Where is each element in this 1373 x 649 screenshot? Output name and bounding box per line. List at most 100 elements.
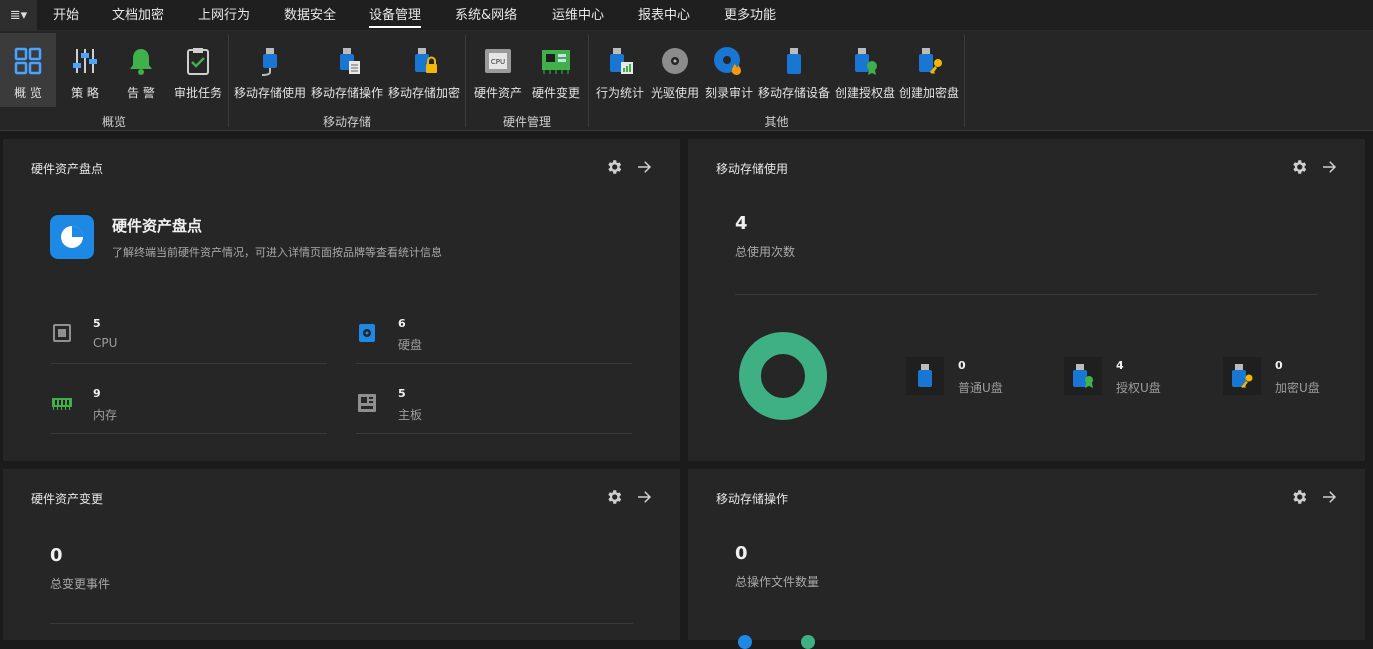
cpu-label: CPU — [93, 336, 118, 350]
disk-count: 6 — [398, 317, 406, 330]
usage-donut-chart — [739, 332, 827, 420]
alarm-button[interactable]: 告 警 — [114, 33, 168, 107]
tab-data-security[interactable]: 数据安全 — [284, 0, 336, 31]
behavior-stats-button[interactable]: 行为统计 — [593, 33, 647, 107]
usb-operation-card: 移动存储操作 0 总操作文件数量 — [688, 469, 1365, 649]
hardware-change-card: 硬件资产变更 0 总变更事件 — [3, 469, 680, 640]
hardware-change-total-label: 总变更事件 — [50, 577, 111, 591]
tab-ops-center[interactable]: 运维中心 — [552, 0, 604, 31]
divider — [356, 363, 632, 364]
usb-document-icon — [340, 48, 360, 74]
memory-icon — [52, 398, 72, 410]
usb-encryption-button[interactable]: 移动存储加密 — [386, 33, 462, 107]
arrow-right-icon[interactable] — [1320, 158, 1338, 176]
usb-encrypted-icon — [1223, 357, 1261, 395]
hardware-change-button[interactable]: 硬件变更 — [528, 33, 584, 107]
usb-usage-label: 移动存储使用 — [233, 86, 306, 100]
divider — [356, 433, 632, 434]
disk-label: 硬盘 — [398, 338, 423, 352]
gear-icon[interactable] — [605, 158, 623, 176]
card-title: 硬件资产变更 — [31, 492, 104, 506]
cpu-count: 5 — [93, 317, 101, 330]
optical-drive-label: 光驱使用 — [650, 86, 699, 100]
tab-device-management[interactable]: 设备管理 — [369, 0, 422, 31]
usb-operation-total-label: 总操作文件数量 — [735, 575, 820, 589]
burn-audit-label: 刻录审计 — [704, 86, 753, 100]
group-separator — [964, 35, 965, 127]
app-menu-icon[interactable]: ≣▾ — [0, 0, 37, 31]
overview-button[interactable]: 概 览 — [0, 33, 56, 107]
tab-doc-encryption[interactable]: 文档加密 — [112, 0, 164, 31]
tab-more-functions[interactable]: 更多功能 — [724, 0, 776, 31]
usb-lock-icon — [415, 48, 437, 73]
burning-disc-icon — [714, 47, 741, 75]
behavior-stats-label: 行为统计 — [595, 86, 644, 100]
create-encrypted-disk-label: 创建加密盘 — [898, 86, 959, 100]
policy-button[interactable]: 策 略 — [58, 33, 112, 107]
usb-normal-label: 普通U盘 — [958, 381, 1003, 395]
policy-label: 策 略 — [71, 86, 99, 100]
card-title: 硬件资产盘点 — [31, 162, 104, 176]
tab-start[interactable]: 开始 — [53, 0, 79, 31]
disk-icon — [359, 324, 375, 342]
usb-usage-button[interactable]: 移动存储使用 — [232, 33, 308, 107]
optical-drive-button[interactable]: 光驱使用 — [648, 33, 702, 107]
clipboard-check-icon — [187, 48, 209, 75]
hardware-asset-button[interactable]: CPU 硬件资产 — [470, 33, 526, 107]
group-label-overview: 概览 — [101, 115, 126, 129]
motherboard-count: 5 — [398, 387, 406, 400]
overview-label: 概 览 — [14, 86, 42, 100]
sliders-icon — [73, 49, 97, 73]
usb-authorized-count: 4 — [1116, 359, 1124, 372]
tab-report-center[interactable]: 报表中心 — [638, 0, 690, 31]
hardware-change-label: 硬件变更 — [531, 86, 580, 100]
divider — [735, 294, 1318, 295]
usb-encrypted-count: 0 — [1275, 359, 1283, 372]
gear-icon[interactable] — [1290, 488, 1308, 506]
top-menu-bar: ≣▾ 开始 文档加密 上网行为 数据安全 设备管理 系统&网络 运维中心 报表中… — [0, 0, 1373, 31]
burn-audit-button[interactable]: 刻录审计 — [703, 33, 755, 107]
gear-icon[interactable] — [1290, 158, 1308, 176]
arrow-right-icon[interactable] — [635, 488, 653, 506]
arrow-right-icon[interactable] — [635, 158, 653, 176]
motherboard-label: 主板 — [398, 408, 423, 422]
usb-normal-count: 0 — [958, 359, 966, 372]
create-encrypted-disk-button[interactable]: 创建加密盘 — [898, 33, 960, 107]
cpu-icon — [53, 324, 71, 342]
usb-operation-label: 移动存储操作 — [310, 86, 383, 100]
legend-dot-icon — [801, 635, 815, 649]
intro-description: 了解终端当前硬件资产情况，可进入详情页面按品牌等查看统计信息 — [112, 246, 442, 259]
usb-device-label: 移动存储设备 — [757, 86, 830, 100]
divider — [50, 623, 633, 624]
cpu-chip-icon: CPU — [485, 49, 511, 73]
usb-plug-icon — [261, 48, 277, 76]
memory-label: 内存 — [93, 408, 118, 422]
usb-encryption-label: 移动存储加密 — [387, 86, 460, 100]
usb-chart-icon — [610, 48, 633, 74]
usb-device-button[interactable]: 移动存储设备 — [756, 33, 832, 107]
gear-icon[interactable] — [605, 488, 623, 506]
ribbon-toolbar: 概 览 策 略 告 警 审批任务 概览 移动存储使用 移动存储操作 移动存储加密… — [0, 31, 1373, 131]
hardware-asset-label: 硬件资产 — [473, 86, 522, 100]
grid-icon — [14, 47, 42, 75]
approval-task-button[interactable]: 审批任务 — [170, 33, 226, 107]
create-authorized-disk-button[interactable]: 创建授权盘 — [833, 33, 897, 107]
usb-operation-button[interactable]: 移动存储操作 — [309, 33, 385, 107]
hardware-change-total: 0 — [50, 545, 63, 566]
usb-encrypted-label: 加密U盘 — [1275, 381, 1320, 395]
hardware-inventory-card: 硬件资产盘点 硬件资产盘点 了解终端当前硬件资产情况，可进入详情页面按品牌等查看… — [3, 139, 680, 461]
usb-authorized-icon — [855, 48, 877, 75]
tab-internet-behavior[interactable]: 上网行为 — [198, 0, 250, 31]
motherboard-icon — [358, 394, 376, 412]
create-authorized-disk-label: 创建授权盘 — [834, 86, 895, 100]
disc-icon — [662, 48, 688, 74]
intro-title: 硬件资产盘点 — [112, 217, 203, 235]
bell-icon — [130, 49, 152, 75]
tab-system-network[interactable]: 系统&网络 — [455, 0, 517, 31]
usb-authorized-icon — [1064, 357, 1102, 395]
arrow-right-icon[interactable] — [1320, 488, 1338, 506]
usb-operation-total: 0 — [735, 543, 748, 564]
usb-authorized-label: 授权U盘 — [1116, 381, 1161, 395]
usb-usage-card: 移动存储使用 4 总使用次数 0 普通U盘 4 授权U盘 0 加密U盘 — [688, 139, 1365, 461]
circuit-board-icon — [542, 50, 570, 74]
